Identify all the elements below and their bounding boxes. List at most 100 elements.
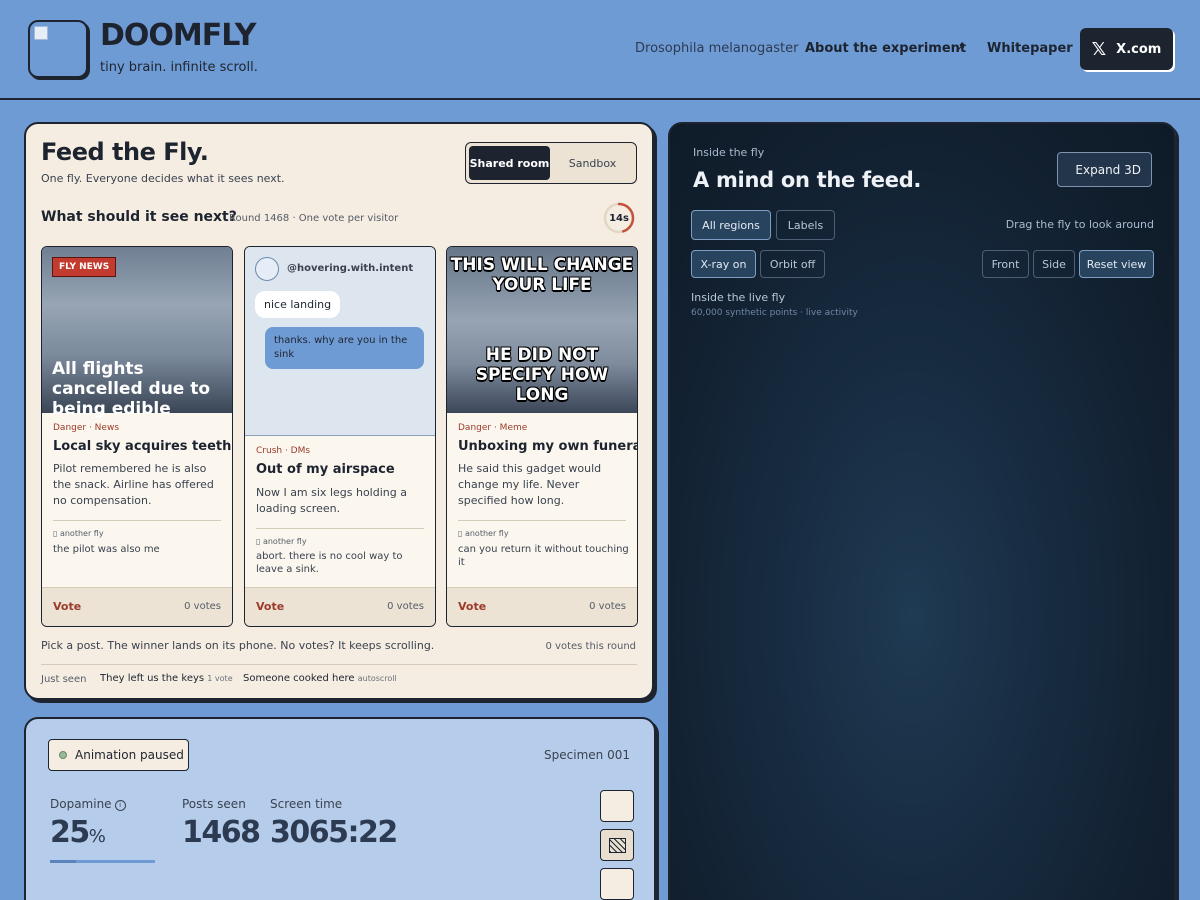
just-seen-meta: autoscroll (357, 674, 397, 683)
viewer-title: A mind on the feed. (693, 168, 922, 192)
post-title: Unboxing my own funeral (458, 439, 638, 454)
view-button[interactable] (600, 790, 634, 822)
divider (53, 520, 221, 521)
just-seen-item[interactable]: They left us the keys 1 vote (100, 673, 233, 684)
nav-whitepaper-link[interactable]: Whitepaper (987, 41, 1073, 56)
post-category: Danger · News (53, 423, 120, 433)
dopamine-bar (50, 860, 155, 863)
nav-about-link[interactable]: About the experiment (805, 41, 966, 56)
vote-question: What should it see next? (41, 209, 237, 225)
chat-bubble-outgoing: thanks. why are you in the sink (265, 327, 424, 369)
vote-count: 0 votes (184, 601, 221, 612)
post-category: Danger · Meme (458, 423, 528, 433)
timer-value: 14s (609, 212, 629, 224)
vote-count: 0 votes (387, 601, 424, 612)
feed-panel: Feed the Fly. One fly. Everyone decides … (24, 122, 654, 700)
pick-instructions: Pick a post. The winner lands on its pho… (41, 639, 435, 652)
chat-handle: @hovering.with.intent (287, 263, 414, 274)
vote-button[interactable]: Vote (256, 600, 284, 613)
just-seen-title: They left us the keys (100, 673, 205, 684)
posts-seen-value: 1468 (182, 815, 261, 850)
x-com-label: X.com (1116, 41, 1162, 57)
post-card[interactable]: FLY NEWS All flights cancelled due to be… (41, 246, 233, 627)
xray-toggle[interactable]: X-ray on (691, 250, 756, 278)
view-side-button[interactable]: Side (1033, 250, 1075, 278)
post-title: Out of my airspace (256, 462, 395, 477)
dopamine-label: Dopamine i (50, 797, 126, 811)
x-com-button[interactable]: 𝕏 X.com (1080, 28, 1173, 70)
x-logo-icon: 𝕏 (1091, 38, 1107, 60)
chat-bubble-incoming: nice landing (255, 291, 341, 318)
posts-seen-label: Posts seen (182, 797, 246, 811)
reply-author: ▯ another fly (53, 529, 104, 538)
post-category: Crush · DMs (256, 446, 311, 456)
vote-button[interactable]: Vote (53, 600, 81, 613)
round-vote-total: 0 votes this round (545, 641, 637, 652)
room-mode-toggle: Shared room Sandbox (465, 142, 637, 184)
expand-3d-button[interactable]: Expand 3D (1057, 152, 1152, 187)
divider (458, 520, 626, 521)
image-caption: All flights cancelled due to being edibl… (52, 359, 211, 419)
just-seen-title: Someone cooked here (243, 673, 355, 684)
news-badge: FLY NEWS (52, 257, 117, 277)
stats-panel: Animation paused Specimen 001 Dopamine i … (24, 717, 656, 900)
vote-button[interactable]: Vote (458, 600, 486, 613)
reply-text: abort. there is no cool way to leave a s… (256, 551, 403, 575)
broken-image-icon (34, 26, 48, 40)
divider (41, 664, 637, 665)
post-body: Pilot remembered he is also the snack. A… (53, 462, 214, 507)
specimen-label: Specimen 001 (544, 748, 630, 762)
just-seen-label: Just seen (41, 674, 87, 685)
view-button[interactable] (600, 829, 634, 861)
screen-time-value: 3065:22 (270, 815, 398, 850)
reply-author: ▯ another fly (256, 537, 307, 546)
vote-count: 0 votes (589, 601, 626, 612)
post-title: Local sky acquires teeth (53, 439, 232, 454)
all-regions-toggle[interactable]: All regions (691, 210, 771, 240)
drag-hint: Drag the fly to look around (1005, 218, 1154, 231)
hatch-icon (609, 838, 626, 853)
chat-preview: @hovering.with.intent nice landing thank… (245, 247, 435, 436)
card-footer: Vote 0 votes (245, 587, 435, 626)
post-card[interactable]: THIS WILL CHANGE YOUR LIFE HE DID NOT SP… (446, 246, 638, 627)
external-arrow-icon: ↗ (954, 40, 966, 56)
tab-shared-room[interactable]: Shared room (469, 146, 550, 180)
dopamine-value: 25% (50, 815, 106, 850)
status-dot-icon (59, 751, 67, 759)
post-card[interactable]: @hovering.with.intent nice landing thank… (244, 246, 436, 627)
brain-viewer-panel[interactable]: Inside the fly A mind on the feed. Expan… (668, 122, 1176, 900)
nav-species-link[interactable]: Drosophila melanogaster (635, 41, 798, 56)
logo[interactable] (28, 20, 88, 78)
round-info: Round 1468 · One vote per visitor (229, 213, 399, 224)
reset-view-button[interactable]: Reset view (1079, 250, 1154, 278)
card-footer: Vote 0 votes (447, 587, 637, 626)
reply-text: the pilot was also me (53, 544, 160, 555)
view-button[interactable] (600, 868, 634, 900)
dopamine-bar-fill (50, 860, 77, 863)
post-image: THIS WILL CHANGE YOUR LIFE HE DID NOT SP… (447, 247, 637, 413)
screen-time-label: Screen time (270, 797, 343, 811)
feed-subtitle: One fly. Everyone decides what it sees n… (41, 172, 285, 185)
tagline: tiny brain. infinite scroll. (100, 60, 258, 75)
animation-toggle[interactable]: Animation paused (48, 739, 189, 771)
reply-author: ▯ another fly (458, 529, 509, 538)
orbit-toggle[interactable]: Orbit off (760, 250, 825, 278)
countdown-timer: 14s (603, 202, 635, 234)
avatar (255, 257, 279, 281)
just-seen-meta: 1 vote (207, 674, 233, 683)
meme-bottom-text: HE DID NOT SPECIFY HOW LONG (475, 345, 609, 405)
just-seen-item[interactable]: Someone cooked here autoscroll (243, 673, 397, 684)
post-body: Now I am six legs holding a loading scre… (256, 486, 407, 515)
feed-title: Feed the Fly. (41, 138, 209, 166)
reply-text: can you return it without touching it (458, 544, 629, 568)
view-front-button[interactable]: Front (982, 250, 1029, 278)
site-header: DOOMFLY tiny brain. infinite scroll. Dro… (0, 0, 1200, 100)
info-icon[interactable]: i (114, 800, 126, 811)
divider (256, 528, 424, 529)
live-fly-title: Inside the live fly (691, 291, 786, 304)
tab-sandbox[interactable]: Sandbox (552, 146, 633, 180)
labels-toggle[interactable]: Labels (776, 210, 835, 240)
card-footer: Vote 0 votes (42, 587, 232, 626)
animation-status: Animation paused (75, 748, 184, 762)
post-image: FLY NEWS All flights cancelled due to be… (42, 247, 232, 419)
